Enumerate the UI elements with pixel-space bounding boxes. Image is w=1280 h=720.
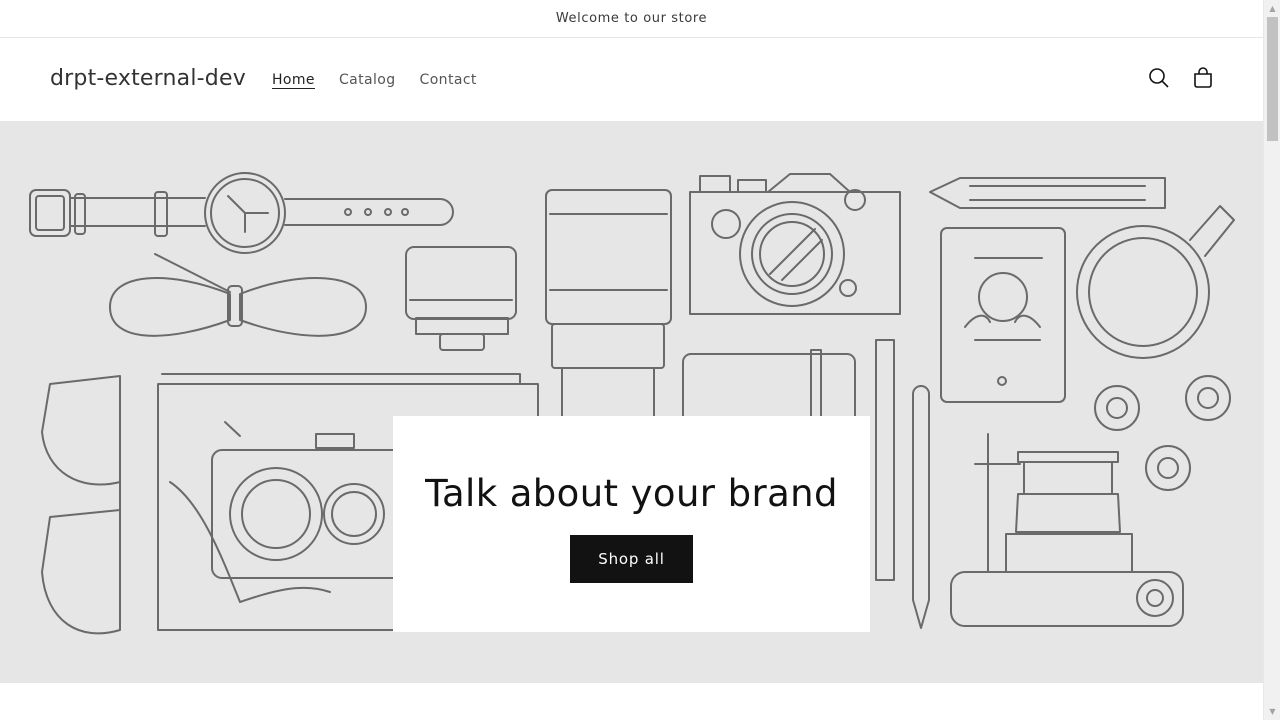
scrollbar[interactable]: ▲ ▼	[1263, 0, 1280, 720]
passport-illustration	[940, 227, 1066, 403]
watch-illustration	[29, 172, 454, 254]
scroll-up-arrow-icon[interactable]: ▲	[1264, 0, 1280, 17]
cart-icon[interactable]	[1191, 66, 1215, 90]
tape-illustration	[1094, 375, 1231, 491]
page: Welcome to our store drpt-external-dev H…	[0, 0, 1263, 720]
notebook-illustration	[682, 349, 856, 425]
hero-content-box: Talk about your brand Shop all	[393, 416, 870, 632]
shop-all-button[interactable]: Shop all	[570, 535, 693, 583]
mug-illustration	[1076, 205, 1235, 359]
lens-illustration	[405, 246, 517, 351]
site-header: drpt-external-dev Home Catalog Contact	[0, 38, 1263, 122]
pencil-illustration	[929, 177, 1166, 209]
camera-illustration	[689, 173, 901, 315]
zoom-lens-illustration	[545, 189, 672, 429]
announcement-text: Welcome to our store	[555, 11, 708, 26]
nav-home[interactable]: Home	[272, 72, 315, 88]
bowtie-illustration	[109, 253, 367, 337]
scroll-down-arrow-icon[interactable]: ▼	[1264, 703, 1280, 720]
film-camera-illustration	[211, 421, 413, 579]
pen-illustration	[875, 339, 930, 629]
search-icon[interactable]	[1147, 66, 1171, 90]
sunglasses-illustration	[41, 375, 121, 635]
hero-banner: Talk about your brand Shop all	[0, 122, 1263, 683]
vintage-camera-illustration	[950, 433, 1184, 627]
announcement-bar: Welcome to our store	[0, 0, 1263, 38]
store-logo[interactable]: drpt-external-dev	[50, 66, 246, 91]
scrollbar-thumb[interactable]	[1267, 17, 1278, 141]
hero-title: Talk about your brand	[425, 472, 838, 515]
nav-contact[interactable]: Contact	[420, 72, 477, 88]
nav-catalog[interactable]: Catalog	[339, 72, 396, 88]
main-nav: Home Catalog Contact	[272, 72, 501, 88]
